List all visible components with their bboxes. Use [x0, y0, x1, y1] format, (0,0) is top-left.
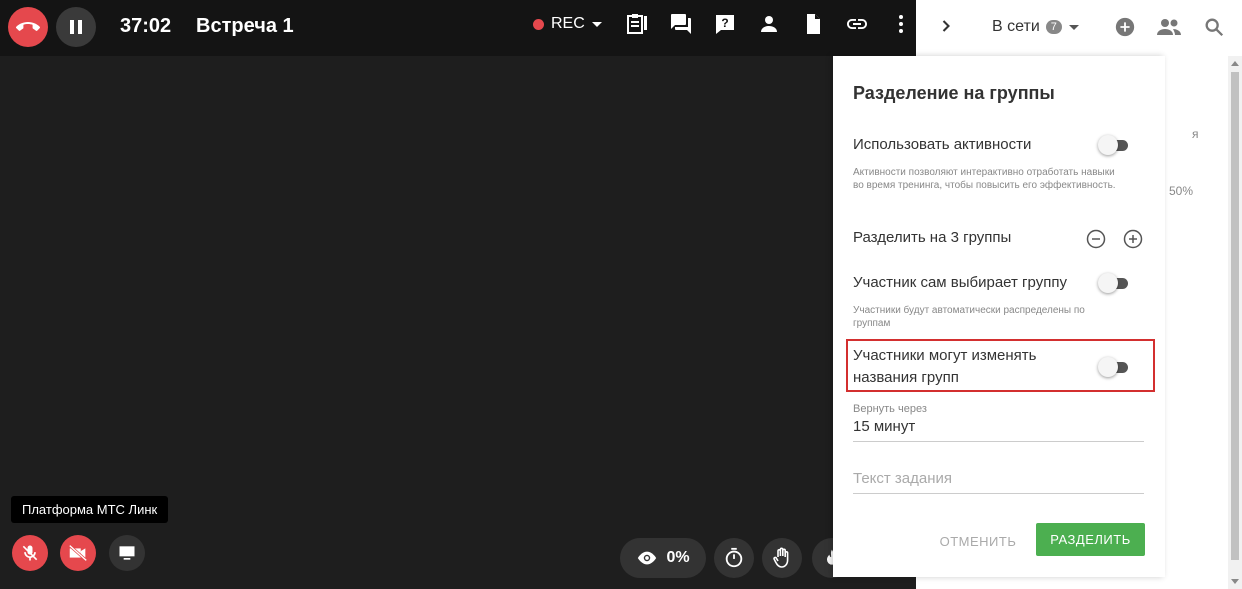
chevron-right-icon[interactable] [936, 16, 956, 36]
increase-groups-icon[interactable] [1123, 229, 1143, 249]
question-icon: ? [716, 15, 734, 34]
return-after-label: Вернуть через [853, 403, 927, 415]
scroll-down-icon[interactable] [1231, 579, 1239, 585]
sidebar-scrollbar[interactable] [1228, 56, 1242, 589]
people-icon[interactable] [1156, 16, 1182, 38]
end-call-icon [16, 22, 40, 31]
use-activities-label: Использовать активности [853, 136, 1032, 153]
split-button[interactable]: РАЗДЕЛИТЬ [1036, 523, 1145, 556]
meeting-title: Встреча 1 [196, 15, 294, 37]
pause-icon [70, 20, 82, 34]
use-activities-toggle[interactable] [1098, 134, 1138, 156]
decrease-groups-icon[interactable] [1086, 229, 1106, 249]
camera-off-icon [68, 544, 88, 562]
notes-button[interactable] [625, 12, 649, 36]
search-icon[interactable] [1203, 16, 1225, 38]
stopwatch-icon [725, 547, 743, 568]
sidebar-partial-percent: 50% [1169, 184, 1194, 198]
group-split-dialog: Разделение на группы Использовать активн… [833, 56, 1165, 577]
chat-button[interactable] [669, 12, 693, 36]
task-text-input[interactable]: Текст задания [853, 470, 1144, 494]
online-filter[interactable]: В сети 7 [992, 18, 1082, 36]
add-circle-icon[interactable] [1114, 16, 1136, 38]
sidebar-partial-text: я [1192, 127, 1199, 141]
participant-button[interactable] [757, 12, 781, 36]
self-select-toggle[interactable] [1098, 272, 1138, 294]
raise-hand-icon [773, 547, 789, 568]
rec-dropdown-icon [591, 22, 602, 27]
pause-button[interactable] [56, 7, 96, 47]
platform-tooltip: Платформа МТС Линк [11, 496, 169, 523]
self-select-label: Участник сам выбирает группу [853, 274, 1067, 291]
dialog-title: Разделение на группы [853, 83, 1055, 103]
document-button[interactable] [801, 12, 825, 36]
participant-icon [761, 16, 777, 32]
rec-button[interactable]: REC [533, 15, 605, 33]
return-after-field[interactable]: 15 минут [853, 418, 1144, 442]
question-button[interactable]: ? [713, 12, 737, 36]
mic-toggle-button[interactable] [12, 535, 48, 571]
link-icon [847, 19, 867, 29]
self-select-hint: Участники будут автоматически распределе… [853, 305, 1085, 329]
eye-icon [638, 551, 657, 565]
rec-dot [533, 18, 544, 30]
rec-label: REC [551, 15, 585, 32]
timer-button[interactable] [714, 538, 754, 578]
online-count-badge: 7 [1045, 20, 1062, 34]
toggle-thumb [1098, 135, 1118, 155]
link-button[interactable] [845, 12, 869, 36]
mic-off-icon [22, 545, 38, 561]
views-indicator[interactable]: 0% [620, 538, 706, 578]
cancel-button[interactable]: ОТМЕНИТЬ [933, 525, 1023, 557]
groups-count-label: Разделить на 3 группы [853, 229, 1012, 246]
scroll-up-icon[interactable] [1231, 60, 1239, 66]
top-bar: 37:02 Встреча 1 REC ? [0, 0, 916, 56]
raise-hand-button[interactable] [762, 538, 802, 578]
document-icon [807, 14, 820, 34]
toggle-thumb [1098, 273, 1118, 293]
highlight-frame [846, 339, 1155, 392]
more-button[interactable] [889, 12, 913, 36]
sidebar-header: В сети 7 [916, 0, 1242, 56]
svg-text:?: ? [721, 16, 728, 30]
notes-icon [627, 14, 647, 34]
screen-share-button[interactable] [109, 535, 145, 571]
screen-share-icon [119, 546, 135, 560]
end-call-button[interactable] [8, 7, 48, 47]
use-activities-hint: Активности позволяют интерактивно отрабо… [853, 167, 1116, 191]
meeting-timer: 37:02 [120, 15, 172, 37]
scroll-thumb[interactable] [1231, 72, 1239, 560]
chevron-down-icon [1068, 25, 1079, 30]
chat-icon [671, 14, 691, 34]
more-vertical-icon [899, 15, 903, 33]
online-label: В сети [992, 18, 1040, 35]
camera-toggle-button[interactable] [60, 535, 96, 571]
views-percent: 0% [666, 549, 690, 566]
